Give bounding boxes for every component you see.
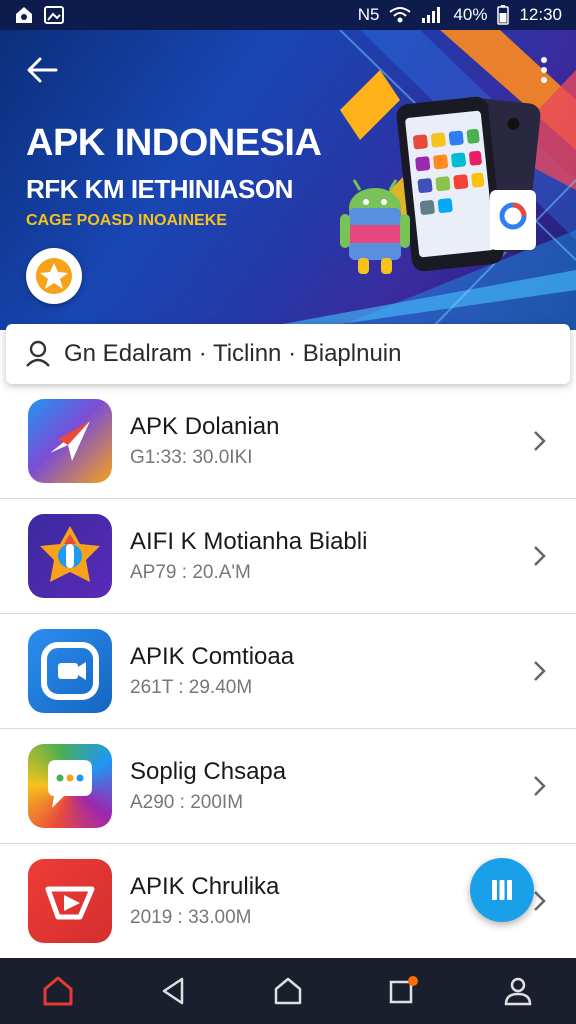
bottom-navigation bbox=[0, 958, 576, 1024]
app-meta: 261T : 29.40M bbox=[130, 677, 253, 698]
arrow-left-icon bbox=[27, 57, 58, 83]
star-icon bbox=[36, 258, 72, 294]
battery-percent: 40% bbox=[453, 5, 488, 24]
pause-fab-button[interactable] bbox=[470, 858, 534, 922]
hero-subtitle: RFK KM IETHINIASON bbox=[26, 174, 293, 204]
search-icon bbox=[26, 340, 50, 367]
chevron-right-icon bbox=[534, 431, 546, 451]
hero-tagline: CAGE POASD INOAINEKE bbox=[26, 212, 227, 229]
play-logo-icon bbox=[28, 859, 112, 943]
home-outline-icon bbox=[274, 977, 302, 1005]
more-vert-icon bbox=[541, 57, 547, 83]
home-icon bbox=[43, 976, 73, 1006]
nav-back-button[interactable] bbox=[143, 966, 203, 1016]
app-meta: 2019 : 33.00M bbox=[130, 907, 252, 928]
chat-bubble-icon bbox=[28, 744, 112, 828]
back-triangle-icon bbox=[162, 977, 184, 1005]
app-meta: AP79 : 20.A'M bbox=[130, 562, 251, 583]
app-meta: G1:33: 30.0IKI bbox=[130, 447, 253, 468]
user-icon bbox=[505, 977, 532, 1006]
signal-icon bbox=[421, 6, 443, 24]
app-name: AIFI K Motianha Biabli bbox=[130, 528, 368, 555]
app-meta: A290 : 200IM bbox=[130, 792, 244, 813]
nav-profile-button[interactable] bbox=[488, 966, 548, 1016]
status-bar: N5 40% 12:30 bbox=[0, 0, 576, 30]
video-chat-icon bbox=[28, 629, 112, 713]
nav-recents-button[interactable] bbox=[373, 966, 433, 1016]
favorite-badge[interactable] bbox=[26, 248, 82, 304]
arrow-logo-icon bbox=[28, 399, 112, 483]
app-name: APIK Comtioaa bbox=[130, 643, 295, 670]
search-bar[interactable]: Gn Edalram · Ticlinn · Biaplnuin bbox=[6, 324, 570, 384]
hero-banner: APK INDONESIA RFK KM IETHINIASON CAGE PO… bbox=[0, 30, 576, 330]
hero-title: APK INDONESIA bbox=[26, 122, 322, 164]
battery-icon bbox=[497, 5, 510, 25]
app-name: APK Dolanian bbox=[130, 413, 280, 440]
list-item[interactable]: APIK Comtioaa 261T : 29.40M bbox=[0, 614, 576, 729]
nav-home-app-button[interactable] bbox=[28, 966, 88, 1016]
carrier-text: N5 bbox=[357, 5, 380, 24]
status-left bbox=[14, 6, 64, 24]
puzzle-logo-icon bbox=[28, 514, 112, 598]
back-button[interactable] bbox=[24, 52, 64, 88]
recents-icon bbox=[389, 976, 419, 1004]
wifi-icon bbox=[389, 6, 412, 24]
status-right: N5 40% 12:30 bbox=[358, 5, 562, 25]
chevron-right-icon bbox=[534, 661, 546, 681]
list-item[interactable]: Soplig Chsapa A290 : 200IM bbox=[0, 729, 576, 844]
more-options-button[interactable] bbox=[532, 52, 556, 88]
notification-icon bbox=[14, 6, 34, 24]
chevron-right-icon bbox=[534, 546, 546, 566]
app-name: APIK Chrulika bbox=[130, 873, 280, 900]
pause-icon bbox=[492, 880, 512, 900]
list-item[interactable]: APK Dolanian G1:33: 30.0IKI bbox=[0, 384, 576, 499]
chevron-right-icon bbox=[534, 776, 546, 796]
nav-home-button[interactable] bbox=[258, 966, 318, 1016]
status-time: 12:30 bbox=[519, 5, 562, 24]
search-input[interactable]: Gn Edalram · Ticlinn · Biaplnuin bbox=[64, 340, 401, 368]
gallery-icon bbox=[44, 6, 64, 24]
app-name: Soplig Chsapa bbox=[130, 758, 287, 785]
list-item[interactable]: AIFI K Motianha Biabli AP79 : 20.A'M bbox=[0, 499, 576, 614]
